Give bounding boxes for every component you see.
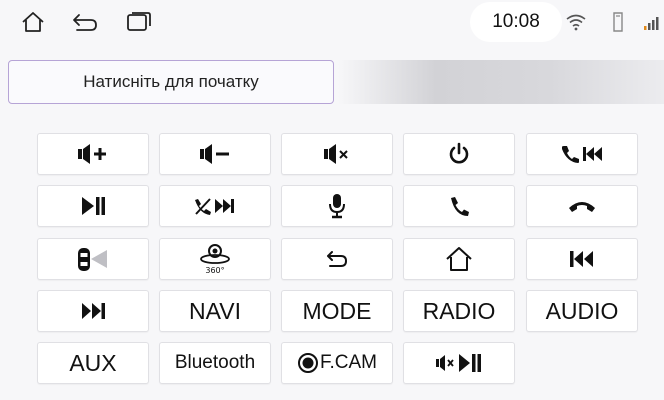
radio-button[interactable]: RADIO <box>403 290 515 332</box>
radio-label: RADIO <box>422 297 496 324</box>
prompt-gradient-bar <box>338 60 664 104</box>
call-previous-icon <box>562 146 602 163</box>
camera-lens-icon <box>298 353 318 373</box>
microphone-icon <box>329 194 345 219</box>
call-end-next-button[interactable] <box>159 185 271 227</box>
360-view-icon: 360° <box>200 244 230 275</box>
signal-icon <box>640 10 664 34</box>
home-button[interactable] <box>403 238 515 280</box>
home-icon <box>446 247 472 271</box>
car-camera-button[interactable] <box>37 238 149 280</box>
back-icon[interactable] <box>70 8 100 36</box>
svg-text:360°: 360° <box>205 266 224 275</box>
mute-play-pause-button[interactable] <box>403 342 515 384</box>
volume-up-icon <box>78 144 106 164</box>
next-track-icon <box>82 303 105 319</box>
aux-label: AUX <box>69 349 117 376</box>
next-track-button[interactable] <box>37 290 149 332</box>
aux-button[interactable]: AUX <box>37 342 149 384</box>
call-end-next-icon <box>195 198 234 215</box>
volume-down-icon <box>200 144 229 164</box>
audio-button[interactable]: AUDIO <box>526 290 638 332</box>
home-icon[interactable] <box>18 8 48 36</box>
sd-card-icon <box>606 10 630 34</box>
power-icon <box>449 142 469 164</box>
navi-button[interactable]: NAVI <box>159 290 271 332</box>
volume-down-button[interactable] <box>159 133 271 175</box>
back-button[interactable] <box>281 238 393 280</box>
power-button[interactable] <box>403 133 515 175</box>
phone-answer-button[interactable] <box>403 185 515 227</box>
back-icon <box>327 251 347 267</box>
360-view-button[interactable]: 360° <box>159 238 271 280</box>
bluetooth-button[interactable]: Bluetooth <box>159 342 271 384</box>
audio-label: AUDIO <box>545 297 619 324</box>
bluetooth-label: Bluetooth <box>174 352 256 373</box>
phone-hangup-button[interactable] <box>526 185 638 227</box>
front-camera-button[interactable]: F.CAM <box>281 342 393 384</box>
mute-button[interactable] <box>281 133 393 175</box>
phone-answer-icon <box>451 197 469 216</box>
microphone-button[interactable] <box>281 185 393 227</box>
clock: 10:08 <box>470 2 562 42</box>
mute-play-pause-icon <box>436 354 481 372</box>
mode-button[interactable]: MODE <box>281 290 393 332</box>
mode-label: MODE <box>302 297 372 324</box>
wifi-icon <box>564 10 588 34</box>
play-pause-button[interactable] <box>37 185 149 227</box>
mute-icon <box>324 144 348 164</box>
car-camera-icon <box>78 248 107 271</box>
start-prompt-button[interactable]: Натисніть для початку <box>8 60 334 104</box>
front-camera-label: F.CAM <box>320 352 377 373</box>
phone-hangup-icon <box>569 202 595 212</box>
call-previous-button[interactable] <box>526 133 638 175</box>
play-pause-icon <box>82 197 105 215</box>
volume-up-button[interactable] <box>37 133 149 175</box>
status-bar: 10:08 <box>0 0 664 44</box>
recent-apps-icon[interactable] <box>124 8 154 36</box>
previous-track-button[interactable] <box>526 238 638 280</box>
navi-label: NAVI <box>189 297 241 324</box>
previous-track-icon <box>570 251 593 267</box>
